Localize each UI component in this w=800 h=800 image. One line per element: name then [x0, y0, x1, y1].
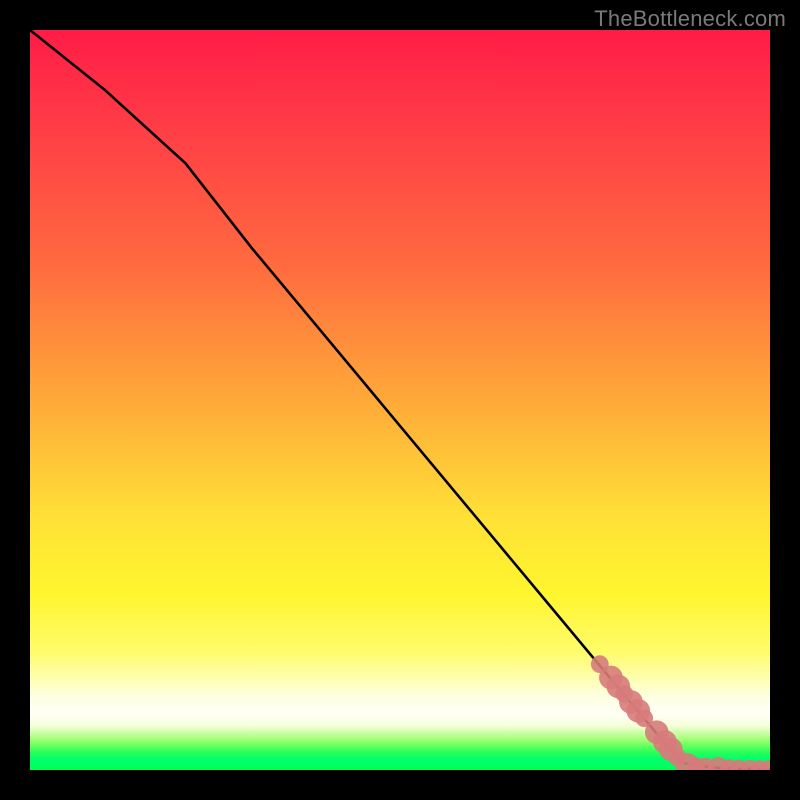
gradient-background: [30, 30, 770, 770]
plot-area: [30, 30, 770, 770]
frame: TheBottleneck.com: [0, 0, 800, 800]
watermark-text: TheBottleneck.com: [594, 6, 786, 32]
